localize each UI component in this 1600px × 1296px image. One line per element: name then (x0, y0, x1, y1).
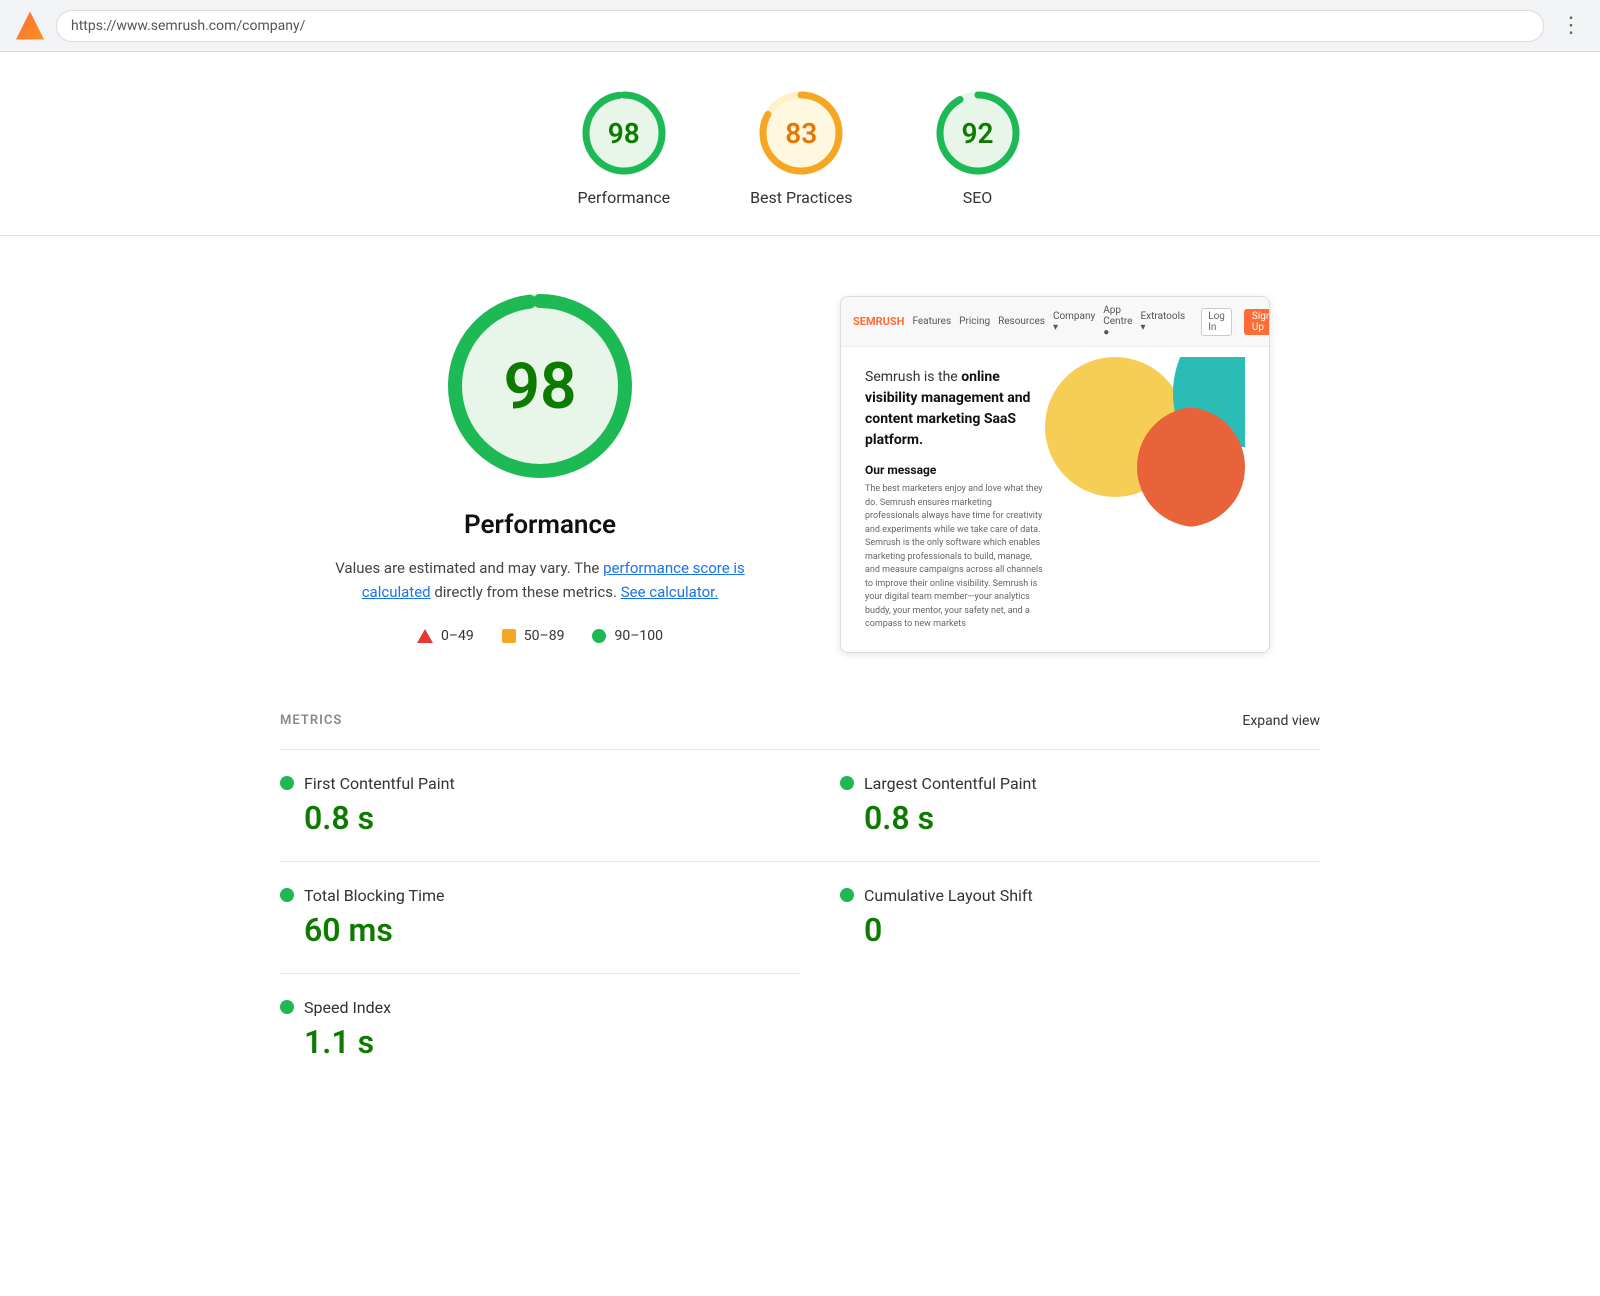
performance-label: Performance (578, 188, 671, 207)
seo-circle: 92 (933, 88, 1023, 178)
left-panel: 98 Performance Values are estimated and … (280, 286, 800, 653)
lcp-status-dot (840, 776, 854, 790)
screenshot-subhead: Our message (865, 463, 1045, 477)
score-header: 98 Performance 83 Best Practices 92 SEO (0, 52, 1600, 236)
nav-appcenter: App Centre ● (1103, 305, 1132, 338)
cls-value: 0 (840, 911, 1320, 949)
legend-orange-range: 50–89 (524, 628, 565, 644)
cls-status-dot (840, 888, 854, 902)
expand-view-button[interactable]: Expand view (1242, 713, 1320, 729)
nav-signup[interactable]: Sign Up (1244, 309, 1270, 335)
fcp-name-row: First Contentful Paint (280, 774, 800, 793)
performance-score: 98 (608, 117, 640, 150)
performance-circle: 98 (579, 88, 669, 178)
fcp-status-dot (280, 776, 294, 790)
url-bar[interactable]: https://www.semrush.com/company/ (56, 10, 1544, 42)
cls-name-row: Cumulative Layout Shift (840, 886, 1320, 905)
si-name-row: Speed Index (280, 998, 800, 1017)
screenshot-illustration (1045, 367, 1245, 487)
legend-orange: 50–89 (502, 628, 565, 644)
big-performance-circle: 98 (440, 286, 640, 486)
semrush-logo: SEMRUSH (853, 315, 904, 328)
desc-text-2: directly from these metrics. (431, 583, 621, 601)
score-best-practices[interactable]: 83 Best Practices (750, 88, 852, 207)
screenshot-navbar: SEMRUSH Features Pricing Resources Compa… (841, 297, 1269, 347)
red-triangle-icon (417, 629, 433, 643)
legend-red-range: 0–49 (441, 628, 474, 644)
best-practices-label: Best Practices (750, 188, 852, 207)
panel-title: Performance (464, 510, 616, 540)
nav-resources: Resources (998, 316, 1045, 327)
metrics-label: METRICS (280, 713, 342, 728)
metrics-header: METRICS Expand view (280, 713, 1320, 729)
best-practices-score: 83 (785, 117, 817, 150)
screenshot-body: Semrush is the online visibility managem… (841, 347, 1269, 652)
si-label: Speed Index (304, 998, 391, 1017)
metric-cls: Cumulative Layout Shift 0 (800, 861, 1320, 973)
seo-score: 92 (962, 117, 994, 150)
nav-features: Features (912, 316, 951, 327)
tbt-name-row: Total Blocking Time (280, 886, 800, 905)
right-panel: SEMRUSH Features Pricing Resources Compa… (840, 286, 1320, 653)
browser-logo-icon (16, 12, 44, 40)
tbt-status-dot (280, 888, 294, 902)
lcp-value: 0.8 s (840, 799, 1320, 837)
legend-green: 90–100 (592, 628, 663, 644)
orange-square-icon (502, 629, 516, 643)
nav-login[interactable]: Log In (1201, 308, 1232, 336)
lcp-label: Largest Contentful Paint (864, 774, 1037, 793)
screenshot-body-text: The best marketers enjoy and love what t… (865, 483, 1045, 632)
main-content: 98 Performance Values are estimated and … (200, 236, 1400, 693)
legend: 0–49 50–89 90–100 (417, 628, 663, 644)
browser-bar: https://www.semrush.com/company/ ⋮ (0, 0, 1600, 52)
fcp-value: 0.8 s (280, 799, 800, 837)
website-screenshot: SEMRUSH Features Pricing Resources Compa… (840, 296, 1270, 653)
metric-fcp: First Contentful Paint 0.8 s (280, 749, 800, 861)
legend-green-range: 90–100 (614, 628, 663, 644)
metrics-grid: First Contentful Paint 0.8 s Largest Con… (280, 749, 1320, 1085)
nav-pricing: Pricing (959, 316, 990, 327)
desc-text-1: Values are estimated and may vary. The (335, 559, 603, 577)
lcp-name-row: Largest Contentful Paint (840, 774, 1320, 793)
screenshot-headline: Semrush is the online visibility managem… (865, 367, 1045, 451)
nav-company: Company ▾ (1053, 311, 1095, 333)
best-practices-circle: 83 (756, 88, 846, 178)
metric-si: Speed Index 1.1 s (280, 973, 800, 1085)
big-performance-score: 98 (503, 349, 576, 424)
url-text: https://www.semrush.com/company/ (71, 18, 305, 34)
nav-extra: Extratools ▾ (1140, 311, 1185, 333)
metric-tbt: Total Blocking Time 60 ms (280, 861, 800, 973)
fcp-label: First Contentful Paint (304, 774, 455, 793)
seo-label: SEO (963, 188, 993, 207)
cls-label: Cumulative Layout Shift (864, 886, 1033, 905)
metric-lcp: Largest Contentful Paint 0.8 s (800, 749, 1320, 861)
tbt-label: Total Blocking Time (304, 886, 444, 905)
si-status-dot (280, 1000, 294, 1014)
legend-red: 0–49 (417, 628, 474, 644)
calculator-link[interactable]: See calculator. (621, 583, 719, 601)
score-seo[interactable]: 92 SEO (933, 88, 1023, 207)
green-circle-icon (592, 629, 606, 643)
si-value: 1.1 s (280, 1023, 800, 1061)
browser-menu-icon[interactable]: ⋮ (1560, 13, 1584, 38)
panel-description: Values are estimated and may vary. The p… (330, 556, 750, 604)
metrics-section: METRICS Expand view First Contentful Pai… (200, 693, 1400, 1085)
tbt-value: 60 ms (280, 911, 800, 949)
score-performance[interactable]: 98 Performance (578, 88, 671, 207)
